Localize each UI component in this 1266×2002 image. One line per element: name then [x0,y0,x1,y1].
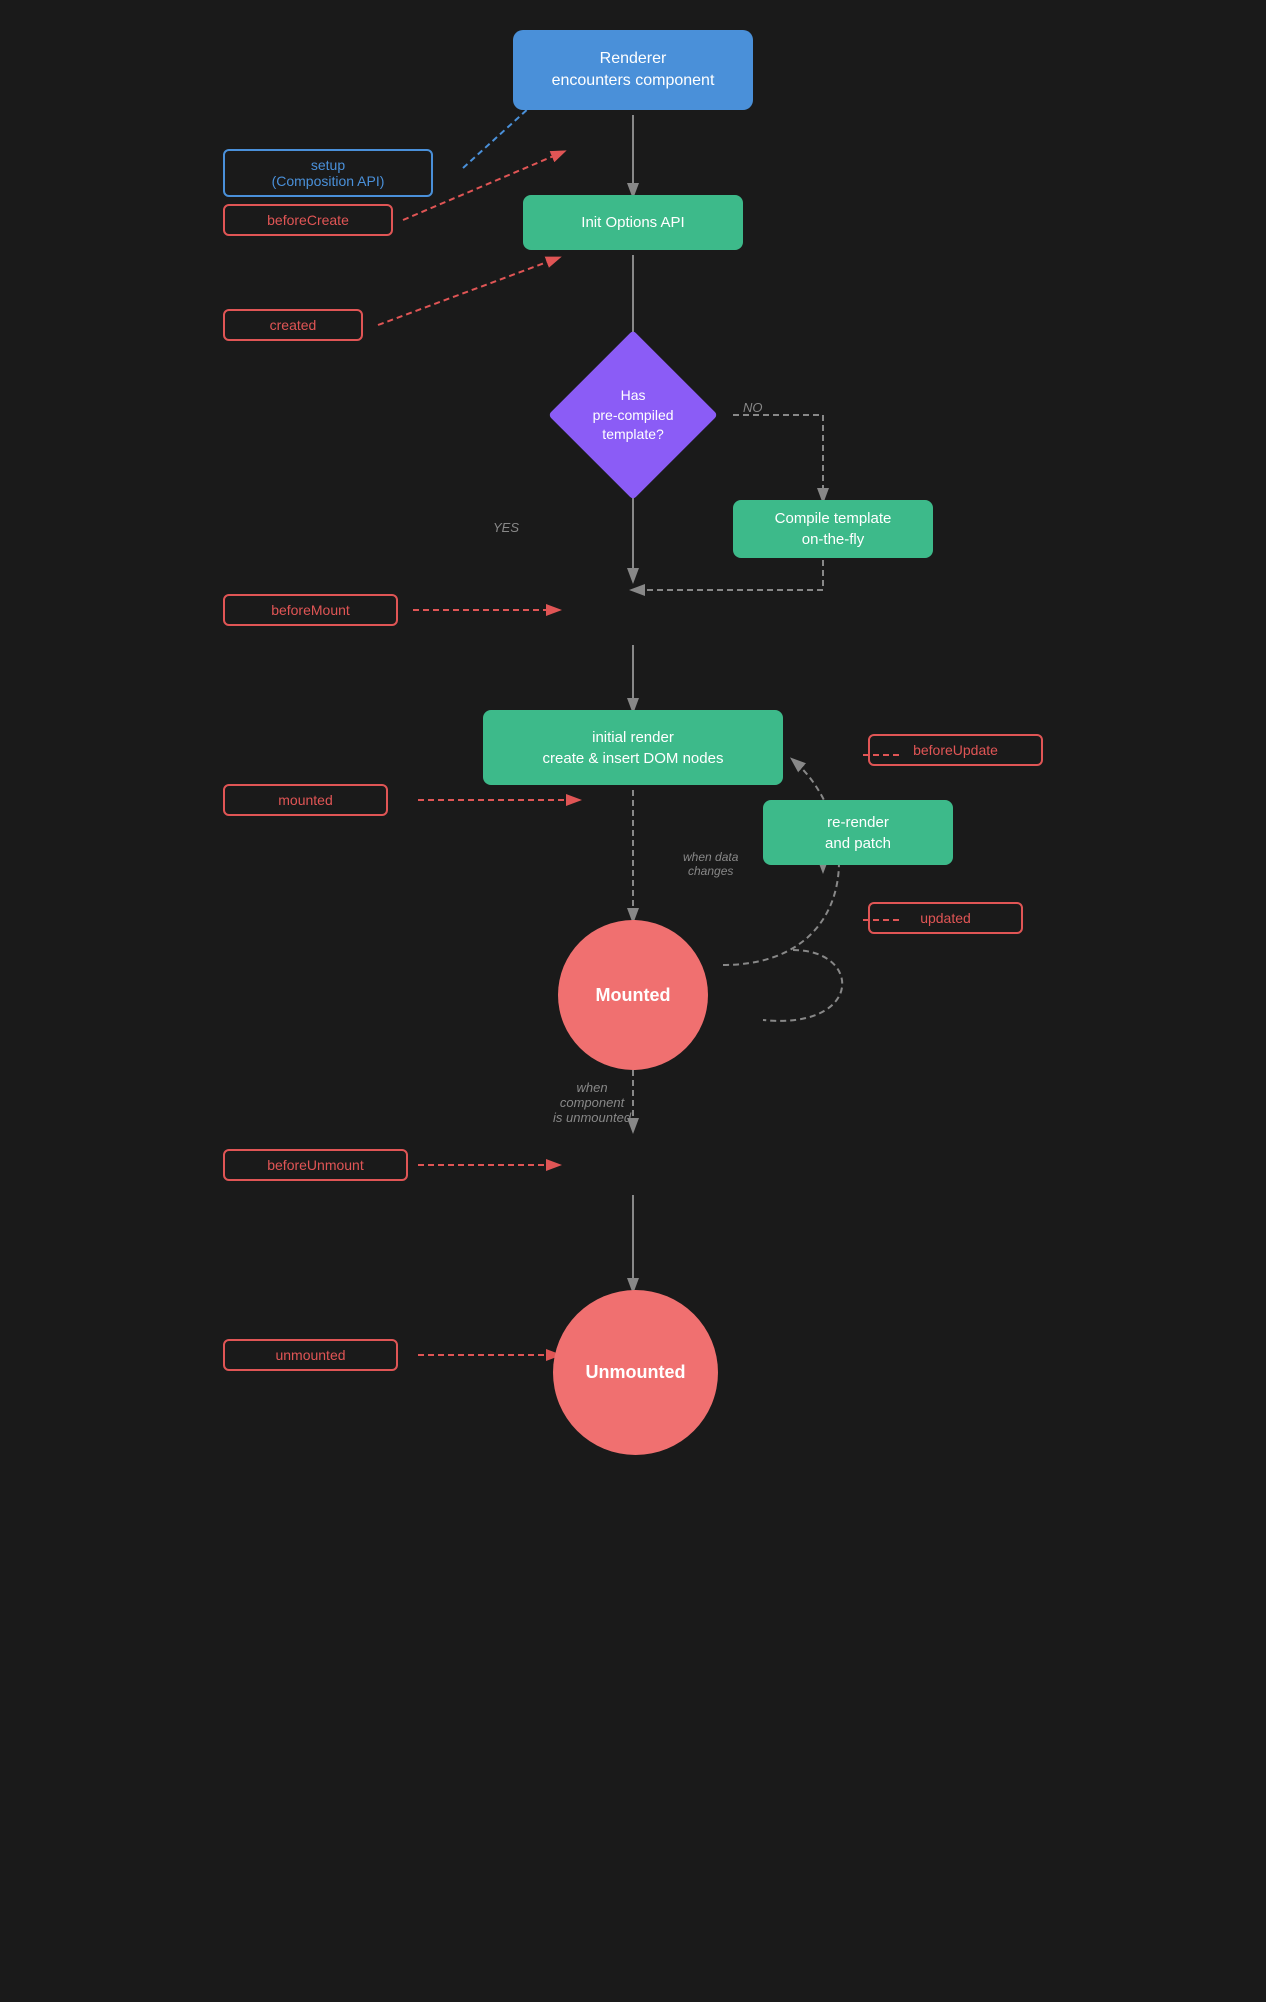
when-data-changes-label: when datachanges [683,850,738,878]
mounted-hook-node: mounted [223,780,388,820]
compile-template-node: Compile templateon-the-fly [733,500,933,558]
rerender-node: re-renderand patch [763,800,953,865]
before-mount-node: beforeMount [223,590,398,630]
before-update-node: beforeUpdate [868,730,1043,770]
renderer-node: Rendererencounters component [513,30,753,110]
initial-render-node: initial rendercreate & insert DOM nodes [483,710,783,785]
yes-label: YES [493,520,519,535]
setup-node: setup(Composition API) [223,148,433,198]
unmounted-hook-node: unmounted [223,1335,398,1375]
when-unmounted-label: whencomponentis unmounted [553,1080,631,1125]
has-template-node: Haspre-compiledtemplate? [543,355,723,475]
before-unmount-node: beforeUnmount [223,1145,408,1185]
before-create-node: beforeCreate [223,200,393,240]
mounted-circle-node: Mounted [558,920,708,1070]
no-label: NO [743,400,763,415]
lifecycle-diagram: Rendererencounters component setup(Compo… [203,0,1063,2002]
init-options-node: Init Options API [523,195,743,250]
unmounted-circle-node: Unmounted [553,1290,718,1455]
created-node: created [223,305,363,345]
updated-node: updated [868,898,1023,938]
